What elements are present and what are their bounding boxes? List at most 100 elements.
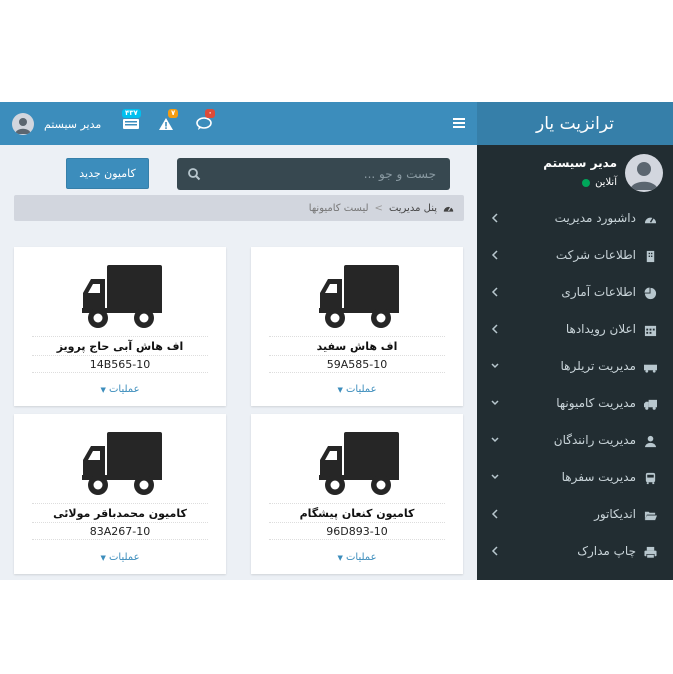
pie-chart-icon: [644, 287, 657, 300]
sidebar-item-trips[interactable]: مدیریت سفرها: [477, 460, 673, 497]
messages-badge: ۴۳۷: [122, 109, 141, 118]
warnings-badge: ۷: [168, 109, 179, 118]
comments-notification[interactable]: ۰: [196, 109, 216, 130]
caret-down-icon: ▼: [100, 554, 106, 562]
operations-dropdown[interactable]: عملیات ▼: [251, 384, 463, 395]
trailer-icon: [644, 364, 657, 373]
user-icon: [644, 435, 657, 448]
chevron-left-icon: [491, 546, 498, 556]
sidebar-item-label: داشبورد مدیریت: [554, 211, 636, 225]
operations-label: عملیات: [346, 384, 377, 395]
sidebar-item-dashboard[interactable]: داشبورد مدیریت: [477, 201, 673, 238]
user-status: آنلاین: [582, 177, 617, 188]
truck-plate: 83A267-10: [32, 522, 208, 540]
sidebar-item-print[interactable]: چاپ مدارک: [477, 534, 673, 571]
sidebar-item-label: اطلاعات شرکت: [555, 248, 636, 262]
chevron-left-icon: [491, 287, 498, 297]
sidebar-item-events[interactable]: اعلان رویدادها: [477, 312, 673, 349]
sidebar-item-statistics[interactable]: اطلاعات آماری: [477, 275, 673, 312]
sidebar-item-label: مدیریت کامیونها: [556, 396, 636, 410]
calendar-icon: [644, 325, 657, 337]
chevron-down-icon: [491, 400, 499, 406]
chevron-left-icon: [491, 509, 498, 519]
list-card-icon: [123, 119, 139, 129]
truck-name: اف هاش آبی حاج پرویز: [32, 336, 208, 355]
print-icon: [644, 546, 657, 559]
sidebar-item-company[interactable]: اطلاعات شرکت: [477, 238, 673, 275]
chevron-down-icon: [491, 474, 499, 480]
dashboard-icon: [443, 206, 454, 212]
top-navbar: ۰ ۷ ۴۳۷ مدیر سیستم: [0, 102, 477, 145]
comments-icon: [196, 117, 212, 130]
truck-icon: [319, 265, 399, 328]
dashboard-icon: [644, 217, 657, 224]
operations-dropdown[interactable]: عملیات ▼: [251, 552, 463, 563]
sidebar-item-label: چاپ مدارک: [577, 544, 636, 558]
sidebar-item-label: اعلان رویدادها: [565, 322, 636, 336]
operations-label: عملیات: [346, 552, 377, 563]
truck-plate: 14B565-10: [32, 355, 208, 373]
sidebar-menu: داشبورد مدیریت اطلاعات شرکت اطلاعات آمار…: [477, 201, 673, 571]
truck-icon: [644, 399, 657, 410]
sidebar: ترانزیت یار مدیر سیستم آنلاین داشبورد مد…: [477, 102, 673, 580]
truck-name: کامیون محمدباقر مولائی: [32, 503, 208, 522]
sidebar-item-indicator[interactable]: اندیکاتور: [477, 497, 673, 534]
truck-icon: [82, 432, 162, 495]
operations-dropdown[interactable]: عملیات ▼: [14, 384, 226, 395]
hamburger-menu-icon[interactable]: [451, 115, 467, 131]
chevron-left-icon: [491, 213, 498, 223]
chevron-left-icon: [491, 324, 498, 334]
truck-plate: 96D893-10: [269, 522, 445, 540]
warnings-notification[interactable]: ۷: [158, 109, 179, 130]
operations-label: عملیات: [109, 384, 140, 395]
comments-badge: ۰: [205, 109, 216, 118]
caret-down-icon: ▼: [100, 386, 106, 394]
search-input[interactable]: [205, 158, 450, 190]
truck-card[interactable]: کامیون محمدباقر مولائی 83A267-10 عملیات …: [14, 414, 226, 574]
sidebar-item-trucks[interactable]: مدیریت کامیونها: [477, 386, 673, 423]
truck-card[interactable]: اف هاش آبی حاج پرویز 14B565-10 عملیات ▼: [14, 247, 226, 406]
breadcrumb-current: لیست کامیونها: [308, 202, 369, 214]
sidebar-item-drivers[interactable]: مدیریت رانندگان: [477, 423, 673, 460]
app-logo[interactable]: ترانزیت یار: [477, 102, 673, 145]
messages-notification[interactable]: ۴۳۷: [122, 109, 141, 130]
new-truck-button[interactable]: کامیون جدید: [66, 158, 149, 189]
chevron-down-icon: [491, 437, 499, 443]
header-user-name: مدیر سیستم: [44, 117, 102, 131]
truck-card[interactable]: اف هاش سفید 59A585-10 عملیات ▼: [251, 247, 463, 406]
caret-down-icon: ▼: [337, 554, 343, 562]
breadcrumb: پنل مدیریت > لیست کامیونها: [14, 195, 464, 221]
truck-plate: 59A585-10: [269, 355, 445, 373]
operations-dropdown[interactable]: عملیات ▼: [14, 552, 226, 563]
avatar: [12, 113, 34, 135]
search-box: [177, 158, 450, 190]
header-user-menu[interactable]: مدیر سیستم: [12, 112, 101, 136]
warning-icon: [159, 118, 173, 130]
truck-icon: [319, 432, 399, 495]
user-avatar-icon: [630, 162, 658, 190]
sidebar-item-label: اطلاعات آماری: [561, 285, 636, 299]
sidebar-user-name: مدیر سیستم: [543, 156, 617, 170]
bus-icon: [645, 472, 656, 485]
chevron-down-icon: [491, 363, 499, 369]
folder-open-icon: [644, 511, 657, 521]
truck-icon: [82, 265, 162, 328]
breadcrumb-root[interactable]: پنل مدیریت: [389, 203, 437, 214]
search-icon[interactable]: [187, 167, 201, 181]
sidebar-item-trailers[interactable]: مدیریت تریلرها: [477, 349, 673, 386]
truck-card[interactable]: کامیون کنعان پیشگام 96D893-10 عملیات ▼: [251, 414, 463, 574]
chevron-left-icon: [491, 250, 498, 260]
caret-down-icon: ▼: [337, 386, 343, 394]
sidebar-item-label: اندیکاتور: [594, 507, 636, 521]
sidebar-item-label: مدیریت رانندگان: [553, 433, 636, 447]
operations-label: عملیات: [109, 552, 140, 563]
user-avatar-icon: [15, 118, 31, 134]
sidebar-item-label: مدیریت تریلرها: [560, 359, 636, 373]
avatar: [625, 154, 663, 192]
user-status-label: آنلاین: [595, 177, 617, 188]
app-window: ترانزیت یار مدیر سیستم آنلاین داشبورد مد…: [0, 102, 673, 580]
sidebar-item-label: مدیریت سفرها: [561, 470, 636, 484]
user-panel: مدیر سیستم آنلاین: [477, 145, 673, 201]
breadcrumb-separator: >: [374, 202, 383, 214]
online-status-icon: [582, 178, 591, 187]
